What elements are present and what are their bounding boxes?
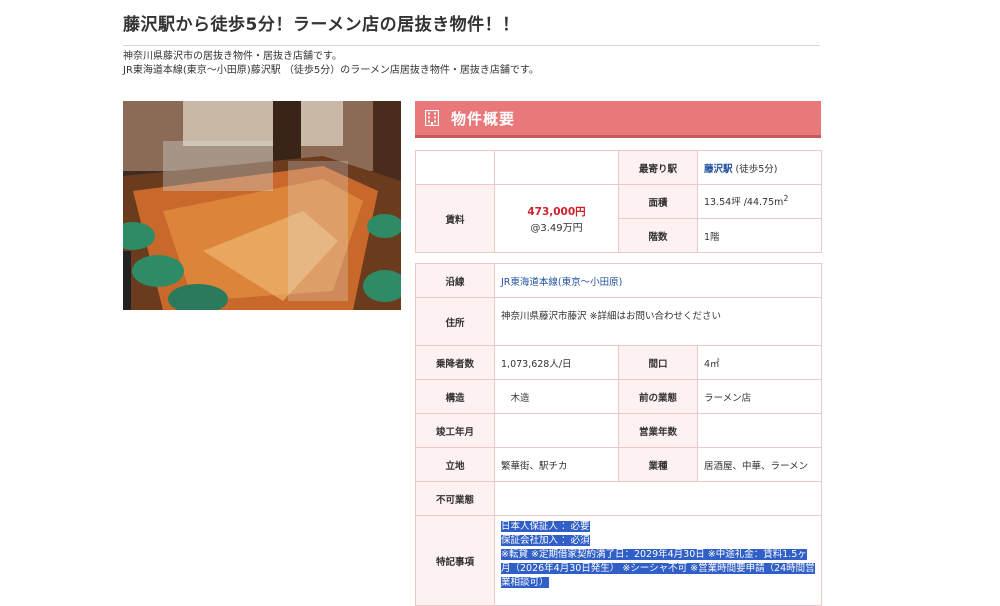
built-label: 竣工年月 — [415, 413, 495, 448]
line-value: JR東海道本線(東京～小田原) — [493, 263, 823, 298]
area-text: 13.54坪 /44.75m — [704, 197, 784, 209]
building-icon — [424, 109, 440, 127]
summary-empty-cell-left — [415, 150, 495, 185]
nearest-station-label: 最寄り駅 — [618, 150, 698, 185]
structure-label: 構造 — [415, 379, 495, 414]
years-label: 営業年数 — [618, 413, 698, 448]
category-label: 業種 — [618, 447, 698, 482]
prohibited-label: 不可業態 — [415, 481, 495, 516]
table-row: 賃料 473,000円 @3.49万円 面積 13.54坪 /44.75m2 — [415, 184, 822, 253]
frontage-value: 4㎡ — [696, 345, 823, 380]
table-row: 不可業態 — [415, 481, 823, 516]
passengers-value: 1,073,628人/日 — [494, 345, 619, 380]
intro-line-1: 神奈川県藤沢市の居抜き物件・居抜き店舗です。 — [123, 51, 342, 62]
notes-line-1: 日本人保証人 ：必要 — [501, 521, 590, 532]
station-walk-time: (徒歩5分) — [732, 163, 778, 175]
nearest-station-value: 藤沢駅 (徒歩5分) — [697, 150, 822, 185]
notes-value[interactable]: 日本人保証人 ：必要 保証会社加入 ：必須 ※転貸 ※定期借家契約満了日：202… — [493, 515, 823, 606]
details-table: 沿線 JR東海道本線(東京～小田原) 住所 神奈川県藤沢市藤沢 ※詳細はお問い合… — [415, 263, 823, 606]
property-photo[interactable] — [123, 101, 401, 310]
location-label: 立地 — [415, 447, 495, 482]
floor-label: 階数 — [618, 218, 698, 253]
category-value: 居酒屋、中華、ラーメン — [696, 447, 823, 482]
prev-business-label: 前の業態 — [618, 379, 698, 414]
table-row: 竣工年月 営業年数 — [415, 413, 823, 448]
prohibited-value — [493, 481, 823, 516]
notes-line-3: ※転貸 ※定期借家契約満了日：2029年4月30日 ※中途礼金：賃料1.5ヶ — [501, 549, 807, 560]
table-row: 特記事項 日本人保証人 ：必要 保証会社加入 ：必須 ※転貸 ※定期借家契約満了… — [415, 515, 823, 606]
notes-label: 特記事項 — [415, 515, 495, 606]
table-row: 立地 繁華街、駅チカ 業種 居酒屋、中華、ラーメン — [415, 447, 823, 482]
years-value — [696, 413, 823, 448]
table-row: 住所 神奈川県藤沢市藤沢 ※詳細はお問い合わせください — [415, 297, 823, 346]
line-link[interactable]: JR東海道本線(東京～小田原) — [501, 277, 622, 288]
address-label: 住所 — [415, 297, 495, 346]
notes-line-4: 月（2026年4月30日発生） ※シーシャ不可 ※営業時間要申請（24時間営 — [501, 563, 815, 574]
page-title: 藤沢駅から徒歩5分！ラーメン店の居抜き物件！！ — [123, 10, 820, 46]
floor-value: 1階 — [697, 218, 822, 253]
intro-line-2: JR東海道本線(東京～小田原)藤沢駅 （徒歩5分）のラーメン店居抜き物件・居抜き… — [123, 65, 539, 76]
line-label: 沿線 — [415, 263, 495, 298]
table-row: 沿線 JR東海道本線(東京～小田原) — [415, 263, 823, 298]
intro-text: 神奈川県藤沢市の居抜き物件・居抜き店舗です。 JR東海道本線(東京～小田原)藤沢… — [123, 50, 539, 78]
summary-empty-cell — [494, 150, 619, 185]
notes-line-2: 保証会社加入 ：必須 — [501, 535, 590, 546]
frontage-label: 間口 — [618, 345, 698, 380]
summary-table: 最寄り駅 藤沢駅 (徒歩5分) 賃料 473,000円 @3.49万円 面積 1… — [415, 150, 822, 253]
section-title: 物件概要 — [451, 109, 516, 128]
structure-value: 木造 — [494, 379, 619, 414]
rent-value: 473,000円 @3.49万円 — [494, 184, 619, 253]
area-sup: 2 — [783, 194, 789, 204]
rent-label: 賃料 — [415, 184, 495, 253]
ramen-shop-interior-image — [123, 101, 401, 310]
area-label: 面積 — [618, 184, 698, 219]
notes-line-5: 業相談可） — [501, 577, 549, 588]
table-row: 構造 木造 前の業態 ラーメン店 — [415, 379, 823, 414]
location-value: 繁華街、駅チカ — [494, 447, 619, 482]
built-value — [494, 413, 619, 448]
prev-business-value: ラーメン店 — [696, 379, 823, 414]
passengers-label: 乗降者数 — [415, 345, 495, 380]
address-value: 神奈川県藤沢市藤沢 ※詳細はお問い合わせください — [493, 297, 823, 346]
rent-per-tsubo: @3.49万円 — [530, 222, 583, 234]
table-row: 最寄り駅 藤沢駅 (徒歩5分) — [415, 150, 822, 185]
station-link[interactable]: 藤沢駅 — [704, 164, 733, 175]
property-summary-header: 物件概要 — [415, 101, 821, 138]
table-row: 乗降者数 1,073,628人/日 間口 4㎡ — [415, 345, 823, 380]
rent-price: 473,000円 — [527, 205, 586, 218]
area-value: 13.54坪 /44.75m2 — [697, 184, 822, 219]
